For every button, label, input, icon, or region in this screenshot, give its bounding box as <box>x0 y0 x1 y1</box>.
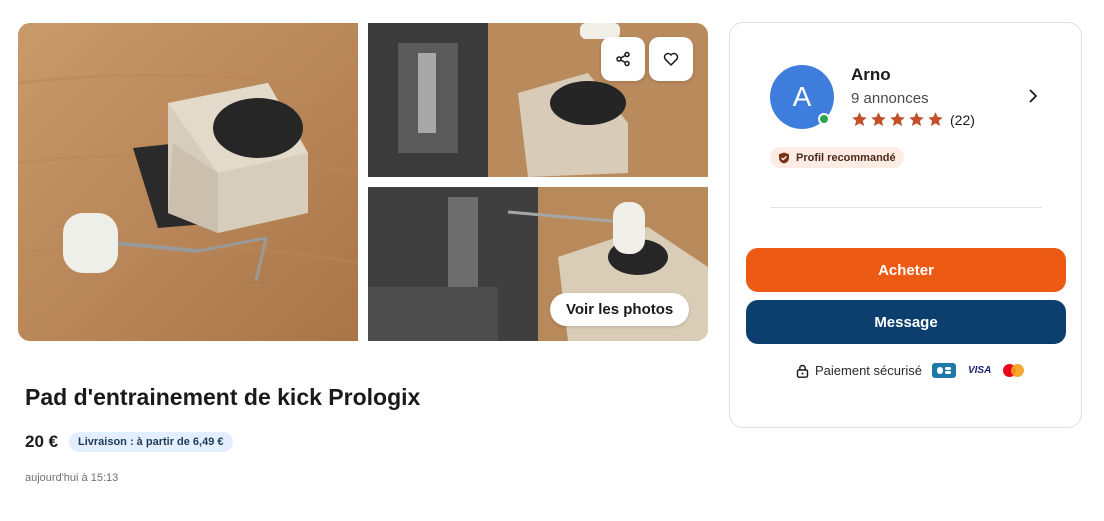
share-icon <box>616 51 630 67</box>
see-photos-button[interactable]: Voir les photos <box>550 293 690 326</box>
main-photo[interactable] <box>18 23 358 341</box>
online-status-dot <box>818 113 830 125</box>
shield-check-icon <box>779 152 789 163</box>
secure-payment-label: Paiement sécurisé <box>815 363 922 378</box>
visa-card-icon: VISA <box>967 365 992 376</box>
share-button[interactable] <box>601 37 645 81</box>
mastercard-icon <box>1003 363 1025 378</box>
photo-gallery: Voir les photos <box>18 23 708 341</box>
seller-rating[interactable]: (22) <box>851 111 975 128</box>
seller-ads-count[interactable]: 9 annonces <box>851 90 929 107</box>
listing-title: Pad d'entrainement de kick Prologix <box>25 384 421 410</box>
star-icon <box>871 112 886 126</box>
seller-name[interactable]: Arno <box>851 65 891 85</box>
divider <box>770 207 1042 208</box>
heart-icon <box>663 52 679 66</box>
shipping-badge: Livraison : à partir de 6,49 € <box>69 432 233 452</box>
seller-card: A Arno 9 annonces (22) Profil recommandé… <box>729 22 1082 428</box>
favorite-button[interactable] <box>649 37 693 81</box>
chevron-right-icon[interactable] <box>1025 88 1041 104</box>
star-icon <box>890 112 905 126</box>
cb-card-icon <box>931 363 956 378</box>
recommended-profile-badge: Profil recommandé <box>770 147 904 168</box>
star-icon <box>909 112 924 126</box>
badge-label: Profil recommandé <box>796 151 896 164</box>
listing-price: 20 € <box>25 432 59 451</box>
secure-payment: Paiement sécurisé VISA <box>796 363 1025 378</box>
rating-count: (22) <box>950 111 975 128</box>
buy-button[interactable]: Acheter <box>746 248 1066 292</box>
star-icon <box>928 112 943 126</box>
listing-date: aujourd'hui à 15:13 <box>25 472 119 484</box>
lock-icon <box>796 364 809 378</box>
star-icon <box>852 112 867 126</box>
message-button[interactable]: Message <box>746 300 1066 344</box>
